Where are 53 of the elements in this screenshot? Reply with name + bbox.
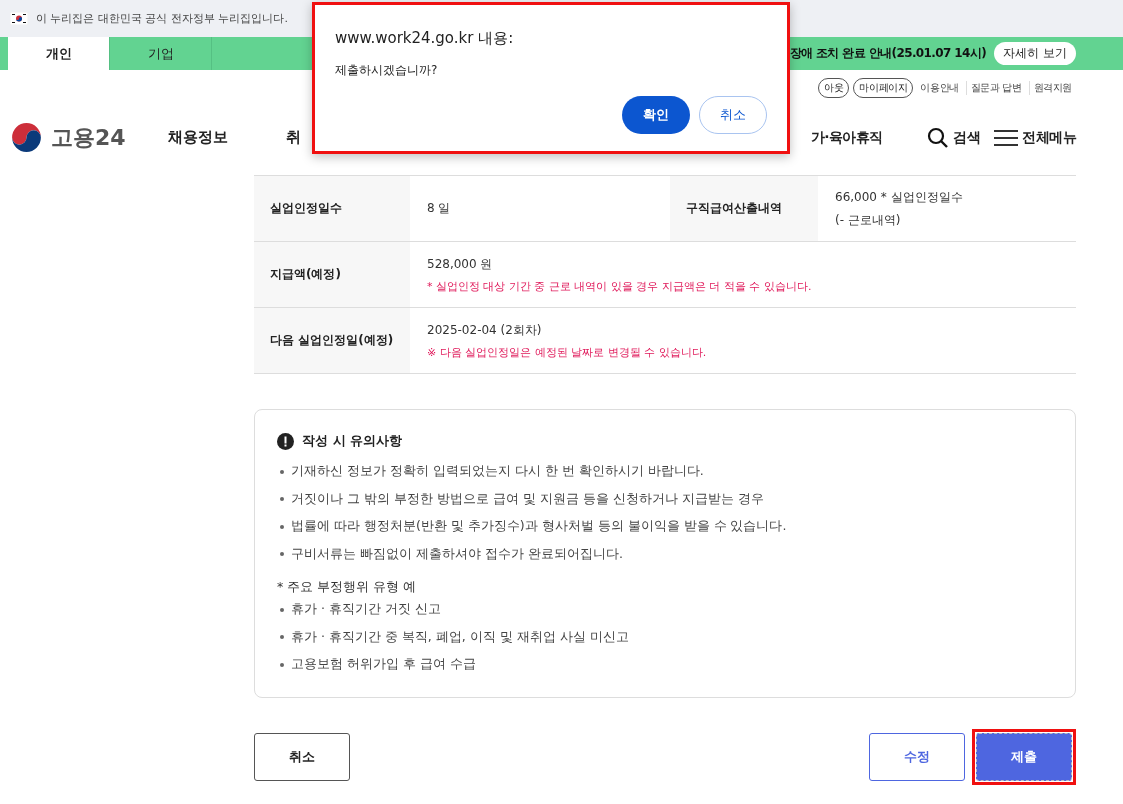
submit-button[interactable]: 제출 (976, 732, 1072, 781)
confirm-button[interactable]: 확인 (622, 96, 690, 134)
row-label: 실업인정일수 (254, 176, 410, 241)
cancel-button[interactable]: 취소 (699, 96, 767, 134)
bullet-icon (280, 552, 284, 557)
dialog-message: 제출하시겠습니까? (335, 62, 439, 79)
bullet-icon (280, 662, 284, 667)
note-text: ※ 다음 실업인정일은 예정된 날짜로 변경될 수 있습니다. (427, 344, 708, 360)
account-button[interactable]: 아웃 (818, 77, 850, 98)
cancel-button[interactable]: 취소 (254, 732, 350, 781)
notice-text: 장애 조치 완료 안내(25.01.07 14시) (789, 45, 987, 62)
notice-item: 기재하신 정보가 정확히 입력되었는지 다시 한 번 확인하시기 바랍니다. (291, 463, 704, 481)
notice-item: 구비서류는 빠짐없이 제출하셔야 접수가 완료되어집니다. (291, 545, 623, 563)
main-menu-item[interactable]: 취 (286, 128, 301, 147)
bullet-icon (280, 524, 284, 529)
audience-tab[interactable]: 개인 (8, 37, 110, 70)
account-button[interactable]: 마이페이지 (853, 77, 914, 98)
notice-item: 휴가 · 휴직기간 거짓 신고 (291, 601, 441, 619)
bullet-icon (280, 469, 284, 474)
menu-icon (994, 128, 1018, 147)
notice-title: 작성 시 유의사항 (302, 432, 403, 450)
main-menu-item[interactable]: 가·육아휴직 (810, 128, 883, 147)
value-text: 8 일 (427, 200, 452, 217)
bullet-icon (280, 497, 284, 502)
logo-text[interactable]: 고용24 (51, 122, 126, 153)
alert-icon (277, 432, 294, 450)
notice-item: 거짓이나 그 밖의 부정한 방법으로 급여 및 지원금 등을 신청하거나 지급받는 경우 (291, 490, 764, 508)
details-button[interactable]: 자세히 보기 (994, 42, 1076, 65)
row-label: 다음 실업인정일(예정) (254, 308, 410, 373)
notice-item: 휴가 · 휴직기간 중 복직, 폐업, 이직 및 재취업 사실 미신고 (291, 628, 629, 646)
value-text: (- 근로내역) (835, 211, 902, 229)
search-button[interactable]: 검색 (927, 126, 980, 149)
row-label: 구직급여산출내역 (670, 176, 818, 241)
bullet-icon (280, 635, 284, 640)
notice-item: 고용보험 허위가입 후 급여 수급 (291, 656, 476, 674)
flag-icon (10, 12, 28, 25)
edit-button[interactable]: 수정 (869, 732, 965, 781)
notice-subheading: * 주요 부정행위 유형 예 (277, 579, 417, 596)
search-icon (927, 126, 949, 149)
notice-item: 법률에 따라 행정처분(반환 및 추가징수)과 형사처벌 등의 불이익을 받을 수 있습니다. (291, 518, 787, 536)
value-text: 2025-02-04 (2회차) (427, 321, 543, 339)
main-menu-item[interactable]: 채용정보 (168, 128, 228, 147)
utility-link[interactable]: 원격지원 (1028, 80, 1076, 95)
row-label: 지급액(예정) (254, 242, 410, 307)
gov-banner-text: 이 누리집은 대한민국 공식 전자정부 누리집입니다. (36, 11, 288, 26)
value-text: 528,000 원 (427, 255, 494, 273)
utility-link[interactable]: 이용안내 (916, 80, 963, 95)
bullet-icon (280, 607, 284, 612)
utility-link[interactable]: 질문과 답변 (965, 80, 1026, 95)
dialog-title: www.work24.go.kr 내용: (335, 29, 515, 48)
value-text: 66,000 * 실업인정일수 (835, 188, 964, 206)
menu-button[interactable]: 전체메뉴 (994, 128, 1076, 147)
note-text: * 실업인정 대상 기간 중 근로 내역이 있을 경우 지급액은 더 적을 수 있습니다. (427, 278, 813, 294)
